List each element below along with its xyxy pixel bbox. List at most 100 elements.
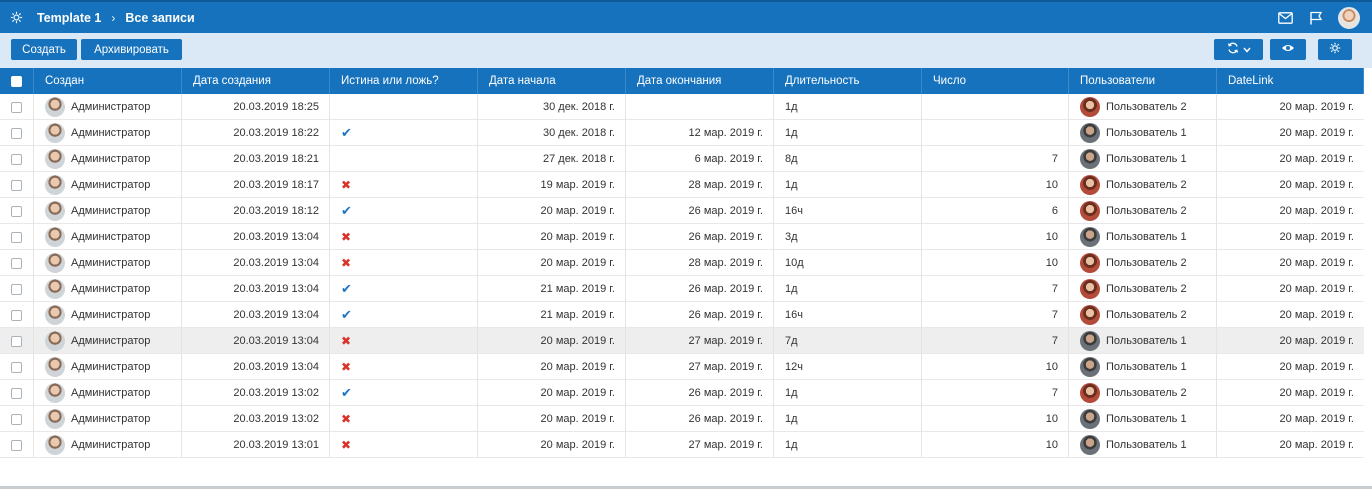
end-date-cell: 26 мар. 2019 г. [626, 380, 774, 406]
mail-icon[interactable] [1271, 4, 1299, 32]
end-date-cell: 27 мар. 2019 г. [626, 354, 774, 380]
table-row[interactable]: Администратор 20.03.2019 13:04 ✖ 20 мар. 20… [0, 250, 1364, 276]
duration-cell: 1д [774, 172, 922, 198]
breadcrumb-view[interactable]: Все записи [125, 11, 194, 25]
table-row[interactable]: Администратор 20.03.2019 18:25 30 дек. 201… [0, 94, 1364, 120]
user-avatar [1080, 357, 1100, 377]
user-cell: Пользователь 2 [1069, 198, 1217, 224]
start-date-cell: 20 мар. 2019 г. [478, 328, 626, 354]
creator-cell: Администратор [34, 94, 182, 120]
table-row[interactable]: Администратор 20.03.2019 13:04 ✔ 21 мар. 20… [0, 302, 1364, 328]
user-name: Пользователь 1 [1106, 361, 1187, 373]
table-settings-button[interactable] [1318, 39, 1352, 60]
top-bar: Template 1 › Все записи [0, 0, 1372, 33]
table-row[interactable]: Администратор 20.03.2019 18:22 ✔ 30 дек. 20… [0, 120, 1364, 146]
column-header-users[interactable]: Пользователи [1069, 68, 1217, 94]
created-date-cell: 20.03.2019 18:22 [182, 120, 330, 146]
app-settings-gear-icon[interactable] [4, 6, 28, 30]
table-row[interactable]: Администратор 20.03.2019 13:01 ✖ 20 мар. 20… [0, 432, 1364, 458]
user-name: Пользователь 2 [1106, 205, 1187, 217]
row-checkbox[interactable] [0, 406, 34, 432]
table-row[interactable]: Администратор 20.03.2019 13:04 ✖ 20 мар. 20… [0, 224, 1364, 250]
user-name: Пользователь 2 [1106, 387, 1187, 399]
user-avatar [1080, 123, 1100, 143]
row-checkbox[interactable] [0, 250, 34, 276]
column-header-end-date[interactable]: Дата окончания [626, 68, 774, 94]
creator-name: Администратор [71, 231, 151, 243]
table-row[interactable]: Администратор 20.03.2019 18:21 27 дек. 201… [0, 146, 1364, 172]
creator-avatar [45, 383, 65, 403]
user-avatar[interactable] [1338, 6, 1360, 29]
view-button[interactable] [1270, 39, 1306, 60]
row-checkbox[interactable] [0, 172, 34, 198]
table-row[interactable]: Администратор 20.03.2019 13:04 ✔ 21 мар. 20… [0, 276, 1364, 302]
row-checkbox[interactable] [0, 146, 34, 172]
user-cell: Пользователь 2 [1069, 172, 1217, 198]
row-checkbox[interactable] [0, 120, 34, 146]
user-cell: Пользователь 1 [1069, 406, 1217, 432]
user-name: Пользователь 2 [1106, 257, 1187, 269]
column-header-datelink[interactable]: DateLink [1217, 68, 1364, 94]
row-checkbox[interactable] [0, 328, 34, 354]
start-date-cell: 27 дек. 2018 г. [478, 146, 626, 172]
created-date-cell: 20.03.2019 13:02 [182, 380, 330, 406]
create-button[interactable]: Создать [11, 39, 77, 60]
row-checkbox[interactable] [0, 94, 34, 120]
row-checkbox[interactable] [0, 354, 34, 380]
refresh-icon [1227, 42, 1239, 57]
select-all-checkbox[interactable] [0, 68, 34, 94]
row-checkbox[interactable] [0, 432, 34, 458]
table-row[interactable]: Администратор 20.03.2019 13:04 ✖ 20 мар. 20… [0, 328, 1364, 354]
user-avatar [1080, 253, 1100, 273]
number-cell: 10 [922, 172, 1069, 198]
false-cross-icon: ✖ [341, 438, 352, 452]
refresh-menu-button[interactable] [1214, 39, 1263, 60]
boolean-cell: ✖ [330, 328, 478, 354]
boolean-cell: ✔ [330, 198, 478, 224]
start-date-cell: 20 мар. 2019 г. [478, 250, 626, 276]
table-row[interactable]: Администратор 20.03.2019 13:04 ✖ 20 мар. 20… [0, 354, 1364, 380]
start-date-cell: 21 мар. 2019 г. [478, 302, 626, 328]
true-check-icon: ✔ [341, 385, 352, 400]
created-date-cell: 20.03.2019 13:04 [182, 276, 330, 302]
row-checkbox[interactable] [0, 198, 34, 224]
creator-avatar [45, 201, 65, 221]
user-name: Пользователь 1 [1106, 439, 1187, 451]
table-row[interactable]: Администратор 20.03.2019 18:12 ✔ 20 мар. 20… [0, 198, 1364, 224]
column-header-creator[interactable]: Создан [34, 68, 182, 94]
column-header-duration[interactable]: Длительность [774, 68, 922, 94]
user-avatar [1080, 383, 1100, 403]
creator-avatar [45, 123, 65, 143]
creator-cell: Администратор [34, 250, 182, 276]
column-header-start-date[interactable]: Дата начала [478, 68, 626, 94]
false-cross-icon: ✖ [341, 230, 352, 244]
row-checkbox[interactable] [0, 224, 34, 250]
table-row[interactable]: Администратор 20.03.2019 18:17 ✖ 19 мар. 20… [0, 172, 1364, 198]
start-date-cell: 19 мар. 2019 г. [478, 172, 626, 198]
created-date-cell: 20.03.2019 13:04 [182, 354, 330, 380]
row-checkbox[interactable] [0, 380, 34, 406]
duration-cell: 7д [774, 328, 922, 354]
creator-cell: Администратор [34, 406, 182, 432]
boolean-cell: ✖ [330, 224, 478, 250]
column-header-number[interactable]: Число [922, 68, 1069, 94]
start-date-cell: 20 мар. 2019 г. [478, 354, 626, 380]
chevron-down-icon [1242, 44, 1251, 56]
column-header-boolean[interactable]: Истина или ложь? [330, 68, 478, 94]
archive-button[interactable]: Архивировать [81, 39, 182, 60]
duration-cell: 16ч [774, 198, 922, 224]
datelink-cell: 20 мар. 2019 г. [1279, 257, 1354, 269]
end-date-cell: 26 мар. 2019 г. [626, 276, 774, 302]
row-checkbox[interactable] [0, 302, 34, 328]
row-checkbox[interactable] [0, 276, 34, 302]
table-row[interactable]: Администратор 20.03.2019 13:02 ✖ 20 мар. 20… [0, 406, 1364, 432]
number-cell: 10 [922, 354, 1069, 380]
flag-icon[interactable] [1302, 4, 1330, 32]
table-header: Создан Дата создания Истина или ложь? Да… [0, 68, 1364, 94]
user-name: Пользователь 2 [1106, 101, 1187, 113]
breadcrumb-app[interactable]: Template 1 [37, 11, 101, 25]
table-row[interactable]: Администратор 20.03.2019 13:02 ✔ 20 мар. 20… [0, 380, 1364, 406]
true-check-icon: ✔ [341, 125, 352, 140]
end-date-cell: 26 мар. 2019 г. [626, 302, 774, 328]
column-header-created-date[interactable]: Дата создания [182, 68, 330, 94]
